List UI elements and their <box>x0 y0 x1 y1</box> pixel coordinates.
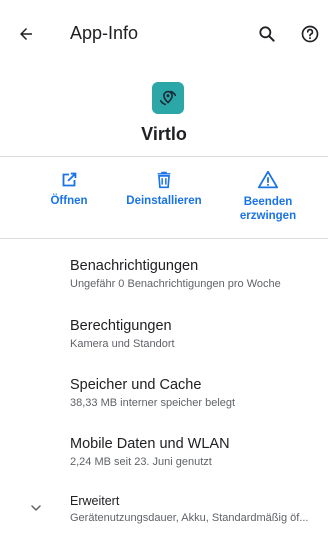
back-button[interactable] <box>14 22 38 46</box>
list-item-data-usage[interactable]: Mobile Daten und WLAN 2,24 MB seit 23. J… <box>70 436 320 468</box>
warning-icon <box>257 170 279 189</box>
item-subtitle: 38,33 MB interner speicher belegt <box>70 397 236 409</box>
arrow-left-icon <box>20 28 32 40</box>
top-app-bar: App-Info <box>0 0 328 64</box>
action-bar: Öffnen Deinstallieren Beenden erzwingen <box>0 165 328 235</box>
help-circle-icon <box>301 25 319 43</box>
app-name: Virtlo <box>141 124 187 144</box>
app-location-icon <box>152 82 184 114</box>
list-item-permissions[interactable]: Berechtigungen Kamera und Standort <box>70 318 320 350</box>
page-title: App-Info <box>70 23 139 43</box>
trash-icon <box>157 171 171 189</box>
item-subtitle: Gerätenutzungsdauer, Akku, Standardmäßig… <box>70 512 309 524</box>
list-item-notifications[interactable]: Benachrichtigungen Ungefähr 0 Benachrich… <box>70 258 320 290</box>
help-button[interactable] <box>300 24 320 44</box>
divider <box>0 156 328 157</box>
item-subtitle: Kamera und Standort <box>70 338 175 350</box>
divider <box>0 238 328 239</box>
item-title: Erweitert <box>70 494 120 508</box>
search-icon <box>259 26 275 42</box>
open-button[interactable]: Öffnen <box>14 165 124 235</box>
open-external-icon <box>62 172 77 187</box>
item-subtitle: Ungefähr 0 Benachrichtigungen pro Woche <box>70 278 281 290</box>
item-title: Speicher und Cache <box>70 377 202 393</box>
force-stop-button[interactable]: Beenden erzwingen <box>223 165 313 235</box>
location-pin-icon <box>159 90 177 106</box>
force-stop-label: Beenden erzwingen <box>239 196 297 222</box>
search-button[interactable] <box>257 24 277 44</box>
open-label: Öffnen <box>50 195 88 207</box>
chevron-down-icon[interactable] <box>28 500 44 516</box>
item-subtitle: 2,24 MB seit 23. Juni genutzt <box>70 456 212 468</box>
list-item-storage[interactable]: Speicher und Cache 38,33 MB interner spe… <box>70 377 320 409</box>
item-title: Benachrichtigungen <box>70 258 199 274</box>
uninstall-label: Deinstallieren <box>126 195 202 207</box>
item-title: Mobile Daten und WLAN <box>70 436 230 452</box>
uninstall-button[interactable]: Deinstallieren <box>109 165 219 235</box>
app-header: Virtlo <box>0 72 328 156</box>
list-item-advanced[interactable]: Erweitert Gerätenutzungsdauer, Akku, Sta… <box>70 494 320 524</box>
item-title: Berechtigungen <box>70 318 172 334</box>
